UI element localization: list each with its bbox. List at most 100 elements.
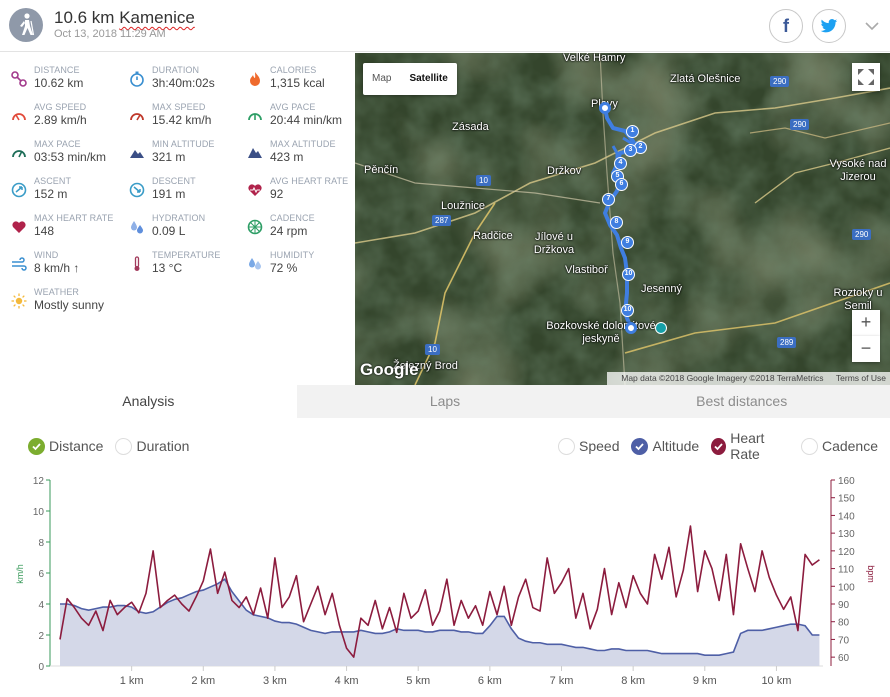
toggle-heart-rate[interactable]: Heart Rate bbox=[711, 430, 789, 462]
stat-max-altitude: MAX ALTITUDE 423 m bbox=[246, 139, 364, 173]
wind-icon bbox=[10, 255, 28, 273]
end-pin-icon[interactable] bbox=[625, 322, 637, 334]
left-tick-label: 0 bbox=[38, 662, 44, 673]
right-tick-label: 70 bbox=[838, 635, 850, 646]
right-tick-label: 90 bbox=[838, 600, 850, 611]
road-number: 290 bbox=[852, 229, 872, 240]
zoom-out-button[interactable]: − bbox=[852, 336, 880, 362]
stat-label: DISTANCE bbox=[34, 65, 80, 75]
stat-calories: CALORIES 1,315 kcal bbox=[246, 65, 364, 99]
route-marker[interactable]: 10 bbox=[621, 304, 634, 317]
stat-value: 148 bbox=[34, 224, 55, 238]
right-tick-label: 110 bbox=[838, 565, 854, 576]
stat-descent: DESCENT 191 m bbox=[128, 176, 246, 210]
stat-avg-heart-rate: AVG HEART RATE 92 bbox=[246, 176, 364, 210]
heart-rate-icon bbox=[246, 181, 264, 199]
hiker-avatar-icon bbox=[9, 8, 43, 42]
route-marker[interactable]: 4 bbox=[614, 157, 627, 170]
x-axis-toggle-group: Distance Duration bbox=[28, 436, 201, 456]
x-tick-label: 1 km bbox=[120, 675, 144, 687]
zoom-in-button[interactable]: + bbox=[852, 310, 880, 336]
chevron-down-icon[interactable] bbox=[862, 16, 882, 36]
google-logo: Google bbox=[360, 360, 419, 379]
stat-label: MAX PACE bbox=[34, 139, 81, 149]
road-number: 10 bbox=[476, 175, 491, 186]
stat-value: 72 % bbox=[270, 261, 298, 275]
stat-value: Mostly sunny bbox=[34, 298, 105, 312]
checkmark-icon bbox=[711, 437, 727, 455]
route-marker[interactable]: 1 bbox=[626, 125, 639, 138]
start-pin-icon[interactable] bbox=[599, 102, 611, 114]
stat-label: ASCENT bbox=[34, 176, 72, 186]
page-title: 10.6 km Kamenice bbox=[54, 8, 195, 28]
stat-value: 2.89 km/h bbox=[34, 113, 87, 127]
route-marker[interactable]: 9 bbox=[621, 236, 634, 249]
stat-value: 152 m bbox=[34, 187, 68, 201]
stat-value: 0.09 L bbox=[152, 224, 186, 238]
pace-max-icon bbox=[10, 144, 28, 162]
toggle-cadence[interactable]: Cadence bbox=[800, 437, 878, 455]
toggle-distance[interactable]: Distance bbox=[28, 437, 104, 455]
series-toggle-group: Speed Altitude Heart Rate Cadence bbox=[558, 430, 890, 462]
route-map[interactable]: Velké Hamry Zlatá Olešnice Plavy Zásada … bbox=[355, 53, 890, 385]
right-tick-label: 160 bbox=[838, 476, 855, 487]
stat-value: 8 km/h ↑ bbox=[34, 261, 80, 275]
fullscreen-button[interactable] bbox=[852, 63, 880, 91]
map-data-credit: Map data ©2018 Google Imagery ©2018 Terr… bbox=[621, 373, 824, 383]
title-distance: 10.6 km bbox=[54, 8, 115, 27]
map-view-button[interactable]: Map bbox=[363, 63, 400, 95]
stat-min-altitude: MIN ALTITUDE 321 m bbox=[128, 139, 246, 173]
route-marker[interactable]: 3 bbox=[624, 144, 637, 157]
x-tick-label: 5 km bbox=[406, 675, 430, 687]
stat-label: MIN ALTITUDE bbox=[152, 139, 215, 149]
route-marker[interactable]: 6 bbox=[615, 178, 628, 191]
stat-label: WEATHER bbox=[34, 287, 80, 297]
activity-datetime: Oct 13, 2018 11:29 AM bbox=[54, 28, 166, 40]
stat-avg-speed: AVG SPEED 2.89 km/h bbox=[10, 102, 128, 136]
toggle-speed[interactable]: Speed bbox=[558, 437, 619, 455]
distance-icon bbox=[10, 70, 28, 88]
route-marker[interactable]: 7 bbox=[602, 193, 615, 206]
stat-max-speed: MAX SPEED 15.42 km/h bbox=[128, 102, 246, 136]
title-place: Kamenice bbox=[119, 8, 195, 27]
stat-label: WIND bbox=[34, 250, 59, 260]
x-tick-label: 3 km bbox=[263, 675, 287, 687]
toggle-label: Distance bbox=[49, 438, 104, 454]
route-marker[interactable]: 10 bbox=[622, 268, 635, 281]
checkmark-icon bbox=[631, 437, 649, 455]
sun-icon bbox=[10, 292, 28, 310]
right-tick-label: 130 bbox=[838, 529, 855, 540]
twitter-share-button[interactable] bbox=[812, 9, 846, 43]
satellite-view-button[interactable]: Satellite bbox=[400, 63, 456, 95]
map-type-toggle[interactable]: Map Satellite bbox=[363, 63, 457, 95]
stat-label: AVG HEART RATE bbox=[270, 176, 349, 186]
facebook-share-button[interactable]: f bbox=[769, 9, 803, 43]
x-tick-label: 7 km bbox=[550, 675, 574, 687]
activity-header: 10.6 km Kamenice Oct 13, 2018 11:29 AM f bbox=[0, 0, 890, 52]
route-marker[interactable]: 8 bbox=[610, 216, 623, 229]
left-tick-label: 10 bbox=[33, 507, 45, 518]
left-tick-label: 6 bbox=[38, 569, 44, 580]
map-label: Loužnice bbox=[441, 200, 486, 212]
road-number: 10 bbox=[425, 344, 440, 355]
tab-analysis[interactable]: Analysis bbox=[0, 385, 297, 418]
stat-ascent: ASCENT 152 m bbox=[10, 176, 128, 210]
map-label: Pěnčín bbox=[364, 164, 399, 176]
pace-icon bbox=[246, 107, 264, 125]
cave-poi-icon[interactable] bbox=[655, 322, 667, 334]
tab-best-distances[interactable]: Best distances bbox=[593, 385, 890, 418]
stat-cadence: CADENCE 24 rpm bbox=[246, 213, 364, 247]
right-tick-label: 120 bbox=[838, 547, 855, 558]
tab-laps[interactable]: Laps bbox=[296, 385, 594, 418]
map-attribution: Map data ©2018 Google Imagery ©2018 Terr… bbox=[607, 372, 890, 385]
stat-value: 191 m bbox=[152, 187, 186, 201]
x-tick-label: 9 km bbox=[693, 675, 717, 687]
twitter-icon bbox=[820, 18, 838, 32]
activity-chart[interactable]: 0 2 4 6 8 10 12 km/h 60 70 80 90 100 110 120 130 140 150 1… bbox=[0, 470, 890, 697]
toggle-duration[interactable]: Duration bbox=[115, 437, 189, 455]
fullscreen-icon bbox=[858, 69, 874, 85]
road-number: 287 bbox=[432, 215, 452, 226]
terms-link[interactable]: Terms of Use bbox=[836, 373, 886, 383]
toggle-altitude[interactable]: Altitude bbox=[631, 437, 699, 455]
left-tick-label: 12 bbox=[33, 476, 45, 487]
